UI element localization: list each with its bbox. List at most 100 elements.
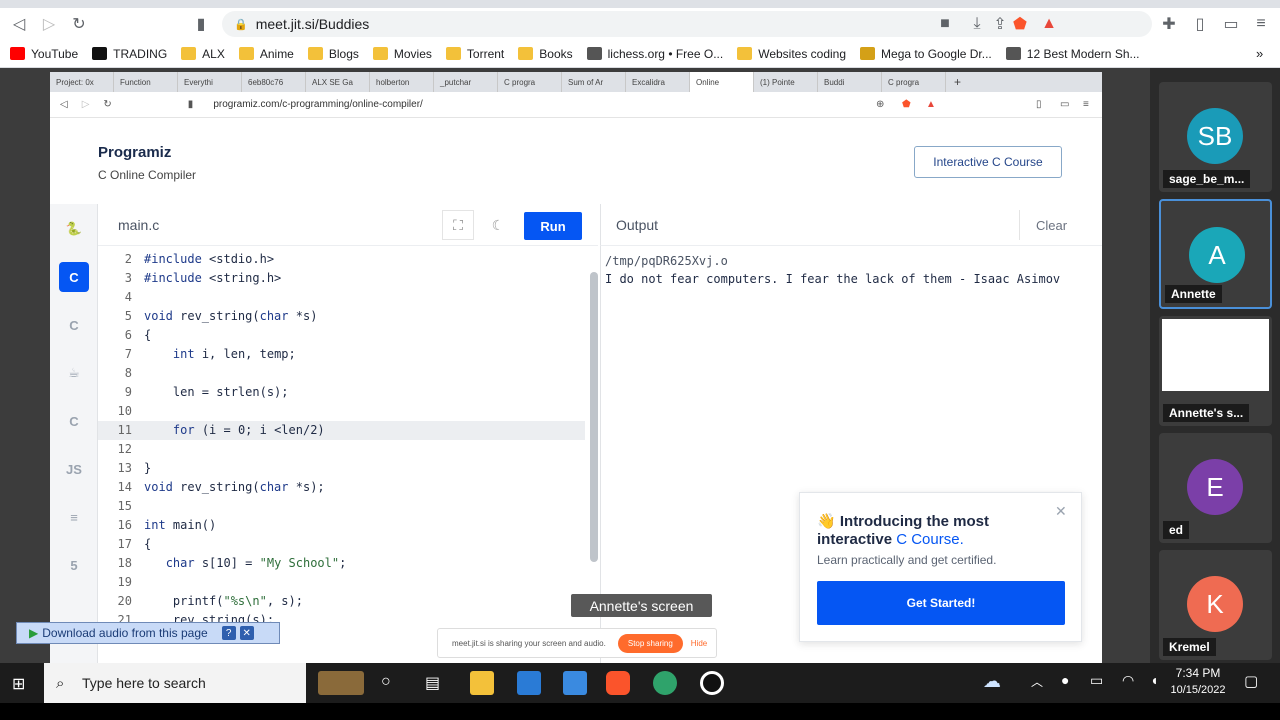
mail-icon[interactable] xyxy=(517,671,541,695)
clock-date[interactable]: 10/15/2022 xyxy=(1168,684,1228,696)
get-started-button[interactable]: Get Started! xyxy=(817,581,1065,625)
editor-scrollbar[interactable] xyxy=(590,272,598,562)
inner-tab[interactable]: (1) Pointe xyxy=(754,72,818,92)
inner-url[interactable]: programiz.com/c-programming/online-compi… xyxy=(213,99,423,110)
inner-tab[interactable]: Function xyxy=(114,72,178,92)
code-text[interactable]: for (i = 0; i <len/2) xyxy=(144,421,325,440)
participant-tile[interactable]: K Kremel xyxy=(1159,550,1272,660)
bookmark-item[interactable]: Books xyxy=(518,47,573,61)
battery-icon[interactable]: ▭ xyxy=(1090,672,1103,689)
code-text[interactable]: char s[10] = "My School"; xyxy=(144,554,347,573)
close-download-icon[interactable]: ✕ xyxy=(239,626,254,640)
code-editor[interactable]: 2 #include <stdio.h> 3 #include <string.h> 4… xyxy=(98,246,598,663)
bookmark-item[interactable]: Torrent xyxy=(445,47,504,61)
notification-icon[interactable]: ▢ xyxy=(1244,672,1258,690)
python-icon[interactable]: 🐍 xyxy=(59,214,89,244)
clock-time[interactable]: 7:34 PM xyxy=(1168,666,1228,680)
inner-bookmark-icon[interactable]: ▮ xyxy=(188,99,194,110)
code-line[interactable]: 16 int main() xyxy=(98,516,585,535)
interactive-course-button[interactable]: Interactive C Course xyxy=(914,146,1062,178)
widgets-icon[interactable]: ▤ xyxy=(425,673,440,693)
js-icon[interactable]: JS xyxy=(59,454,89,484)
brave-shield-icon[interactable]: ⬟ xyxy=(1005,9,1035,39)
new-tab-icon[interactable]: + xyxy=(954,75,961,89)
code-line[interactable]: 12 xyxy=(98,440,585,459)
code-text[interactable]: int main() xyxy=(144,516,216,535)
code-line[interactable]: 8 xyxy=(98,364,585,383)
sidebar-icon[interactable]: ▯ xyxy=(1185,9,1215,39)
code-line[interactable]: 20 printf("%s\n", s); xyxy=(98,592,585,611)
inner-back-icon[interactable]: ◁ xyxy=(60,99,68,110)
participant-tile[interactable]: A Annette xyxy=(1159,199,1272,309)
reload-icon[interactable]: ↻ xyxy=(64,9,94,39)
bookmark-item[interactable]: Blogs xyxy=(307,47,359,61)
recorder-icon[interactable] xyxy=(700,671,724,695)
inner-tab[interactable]: 6eb80c76 xyxy=(242,72,306,92)
code-line[interactable]: 10 xyxy=(98,402,585,421)
file-tab[interactable]: main.c xyxy=(118,217,159,233)
dark-mode-icon[interactable]: ☾ xyxy=(482,210,514,240)
participant-tile[interactable]: SB sage_be_m... xyxy=(1159,82,1272,192)
brave-taskbar-icon[interactable] xyxy=(606,671,630,695)
participant-tile[interactable]: Annette's s... xyxy=(1159,316,1272,426)
inner-tab[interactable]: Project: 0x xyxy=(50,72,114,92)
code-line[interactable]: 14 void rev_string(char *s); xyxy=(98,478,585,497)
sql-icon[interactable]: ≡ xyxy=(59,502,89,532)
bookmark-item[interactable]: Mega to Google Dr... xyxy=(860,47,992,61)
code-text[interactable]: void rev_string(char *s) xyxy=(144,307,317,326)
code-line[interactable]: 17 { xyxy=(98,535,585,554)
code-line[interactable]: 7 int i, len, temp; xyxy=(98,345,585,364)
bookmark-item[interactable]: YouTube xyxy=(10,47,78,61)
news-widget-icon[interactable] xyxy=(318,671,364,695)
bookmark-icon[interactable]: ▮ xyxy=(186,9,216,39)
download-audio-bar[interactable]: ▶ Download audio from this page ? ✕ xyxy=(16,622,280,644)
code-text[interactable]: printf("%s\n", s); xyxy=(144,592,303,611)
code-line[interactable]: 4 xyxy=(98,288,585,307)
programiz-logo[interactable]: Programiz xyxy=(98,144,171,161)
code-line[interactable]: 3 #include <string.h> xyxy=(98,269,585,288)
inner-forward-icon[interactable]: ▷ xyxy=(82,99,90,110)
fullscreen-icon[interactable]: ⛶ xyxy=(442,210,474,240)
inner-reload-icon[interactable]: ↻ xyxy=(103,99,111,110)
code-text[interactable]: } xyxy=(144,459,151,478)
bookmark-item[interactable]: TRADING xyxy=(92,47,167,61)
inner-tab[interactable]: C progra xyxy=(498,72,562,92)
code-line[interactable]: 18 char s[10] = "My School"; xyxy=(98,554,585,573)
code-line[interactable]: 6{ xyxy=(98,326,585,345)
inner-tab[interactable]: _putchar xyxy=(434,72,498,92)
file-explorer-icon[interactable] xyxy=(470,671,494,695)
forward-icon[interactable]: ▷ xyxy=(34,9,64,39)
inner-tab[interactable]: Sum of Ar xyxy=(562,72,626,92)
bookmark-item[interactable]: ALX xyxy=(181,47,225,61)
store-icon[interactable] xyxy=(563,671,587,695)
code-line[interactable]: 13} xyxy=(98,459,585,478)
code-text[interactable]: { xyxy=(144,535,151,554)
task-view-icon[interactable]: ○ xyxy=(381,673,391,691)
camera-icon[interactable]: ■ xyxy=(930,9,960,39)
bookmark-item[interactable]: 12 Best Modern Sh... xyxy=(1005,47,1140,61)
code-text[interactable]: #include <stdio.h> xyxy=(144,250,274,269)
bookmark-item[interactable]: lichess.org • Free O... xyxy=(586,47,723,61)
inner-tab[interactable]: Online xyxy=(690,72,754,92)
code-text[interactable]: { xyxy=(144,326,151,345)
inner-brave-icon[interactable]: ⬟ xyxy=(902,99,911,110)
cpp-icon[interactable]: C xyxy=(59,310,89,340)
download-audio-label[interactable]: Download audio from this page xyxy=(42,626,207,640)
inner-zoom-icon[interactable]: ⊕ xyxy=(876,99,884,110)
microphone-icon[interactable]: ● xyxy=(1061,672,1069,688)
bookmark-item[interactable]: Anime xyxy=(238,47,294,61)
more-bookmarks-icon[interactable]: » xyxy=(1256,46,1263,61)
bookmark-item[interactable]: Websites coding xyxy=(737,47,846,61)
inner-tab[interactable]: Excalidra xyxy=(626,72,690,92)
back-icon[interactable]: ◁ xyxy=(4,9,34,39)
code-text[interactable]: len = strlen(s); xyxy=(144,383,289,402)
participant-tile[interactable]: Eed xyxy=(1159,433,1272,543)
tray-chevron-icon[interactable]: ︿ xyxy=(1031,673,1043,690)
code-line[interactable]: 9 len = strlen(s); xyxy=(98,383,585,402)
inner-tab[interactable]: ALX SE Ga xyxy=(306,72,370,92)
hide-notice-button[interactable]: Hide xyxy=(691,639,707,648)
windows-start-icon[interactable]: ⊞ xyxy=(12,674,25,694)
inner-rewards-icon[interactable]: ▲ xyxy=(926,99,936,110)
html-icon[interactable]: 5 xyxy=(59,550,89,580)
wallet-icon[interactable]: ▭ xyxy=(1216,9,1246,39)
